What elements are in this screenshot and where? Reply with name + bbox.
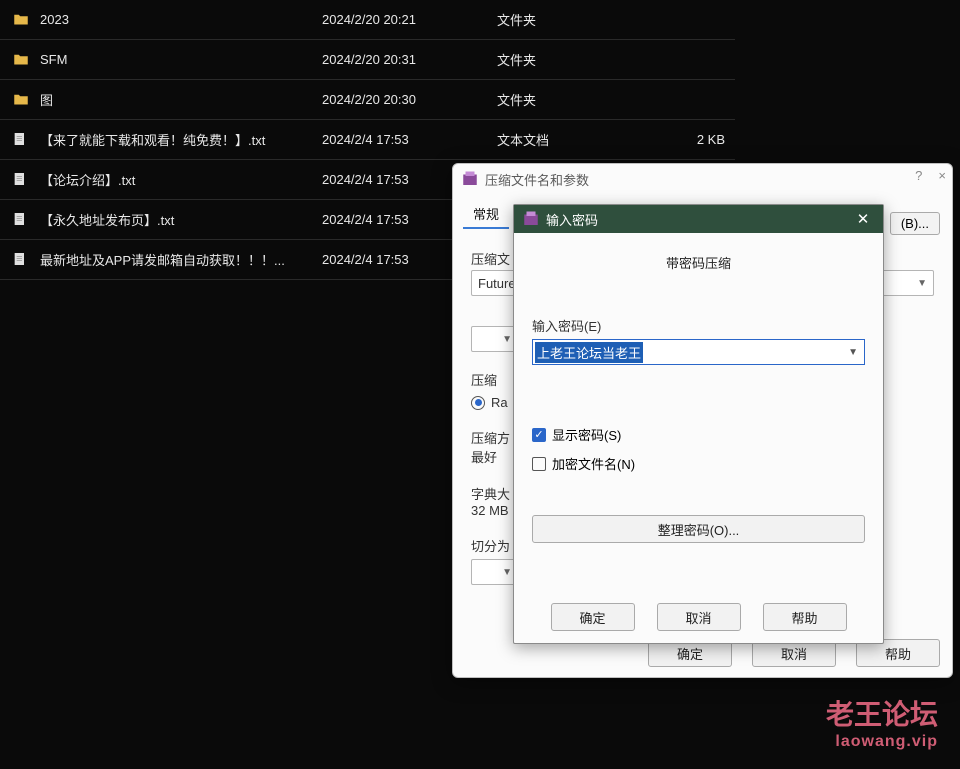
winrar-icon: [522, 210, 540, 228]
browse-button[interactable]: (B)...: [890, 212, 940, 235]
chevron-down-icon[interactable]: ▼: [848, 347, 858, 358]
file-date: 2024/2/20 20:31: [322, 52, 497, 67]
watermark-url: laowang.vip: [826, 733, 938, 751]
file-name: 最新地址及APP请发邮箱自动获取！！！...: [40, 250, 285, 269]
folder-icon: [12, 11, 30, 29]
archive-params-dialog: 压缩文件名和参数 ? × 常规 (B)... 压缩文 Future ▼ ▼ 压缩…: [452, 163, 953, 678]
winrar-icon: [461, 170, 479, 188]
file-name: SFM: [40, 52, 67, 67]
password-value: 上老王论坛当老王: [535, 342, 643, 363]
file-type: 文本文档: [497, 130, 647, 149]
checkbox-unchecked-icon: [532, 457, 546, 471]
password-label: 输入密码(E): [532, 316, 865, 335]
password-dialog: 输入密码 ✕ 带密码压缩 输入密码(E) 上老王论坛当老王 ▼ ✓ 显示密码(S…: [513, 204, 884, 644]
file-name: 【永久地址发布页】.txt: [40, 210, 174, 229]
password-input[interactable]: 上老王论坛当老王 ▼: [532, 339, 865, 365]
file-row[interactable]: 【来了就能下载和观看！纯免费！】.txt 2024/2/4 17:53 文本文档…: [0, 120, 735, 160]
file-name: 图: [40, 90, 53, 109]
text-file-icon: [12, 131, 30, 149]
chevron-down-icon: ▼: [502, 334, 512, 345]
watermark: 老王论坛 laowang.vip: [826, 693, 938, 751]
organize-passwords-button[interactable]: 整理密码(O)...: [532, 515, 865, 543]
unknown-combo[interactable]: ▼: [471, 326, 519, 352]
help-icon[interactable]: ?: [915, 168, 922, 183]
split-combo[interactable]: ▼: [471, 559, 519, 585]
encrypt-names-label: 加密文件名(N): [552, 454, 635, 473]
archive-name-value: Future: [478, 276, 516, 291]
show-password-label: 显示密码(S): [552, 425, 621, 444]
password-heading: 带密码压缩: [532, 253, 865, 272]
chevron-down-icon: ▼: [502, 567, 512, 578]
checkbox-checked-icon: ✓: [532, 428, 546, 442]
file-type: 文件夹: [497, 90, 647, 109]
close-icon[interactable]: ✕: [851, 210, 875, 228]
password-titlebar[interactable]: 输入密码 ✕: [514, 205, 883, 233]
show-password-checkbox[interactable]: ✓ 显示密码(S): [532, 425, 865, 444]
dialog-title: 压缩文件名和参数: [485, 170, 589, 189]
radio-checked-icon: [471, 396, 485, 410]
file-row[interactable]: 2023 2024/2/20 20:21 文件夹: [0, 0, 735, 40]
chevron-down-icon: ▼: [917, 278, 927, 289]
file-date: 2024/2/4 17:53: [322, 132, 497, 147]
password-button-row: 确定 取消 帮助: [514, 603, 883, 631]
file-size: 2 KB: [647, 132, 735, 147]
file-date: 2024/2/20 20:21: [322, 12, 497, 27]
file-name: 2023: [40, 12, 69, 27]
dialog-titlebar[interactable]: 压缩文件名和参数 ? ×: [453, 164, 952, 194]
format-option-label: Ra: [491, 395, 508, 410]
password-dialog-title: 输入密码: [546, 210, 598, 229]
ok-button[interactable]: 确定: [551, 603, 635, 631]
folder-icon: [12, 91, 30, 109]
help-button[interactable]: 帮助: [763, 603, 847, 631]
encrypt-names-checkbox[interactable]: 加密文件名(N): [532, 454, 865, 473]
text-file-icon: [12, 211, 30, 229]
close-icon[interactable]: ×: [938, 168, 946, 183]
watermark-text: 老王论坛: [826, 693, 938, 733]
text-file-icon: [12, 251, 30, 269]
file-row[interactable]: 图 2024/2/20 20:30 文件夹: [0, 80, 735, 120]
file-name: 【论坛介绍】.txt: [40, 170, 135, 189]
tab-general[interactable]: 常规: [463, 200, 509, 229]
folder-icon: [12, 51, 30, 69]
file-name: 【来了就能下载和观看！纯免费！】.txt: [40, 130, 265, 149]
cancel-button[interactable]: 取消: [657, 603, 741, 631]
file-row[interactable]: SFM 2024/2/20 20:31 文件夹: [0, 40, 735, 80]
file-type: 文件夹: [497, 50, 647, 69]
text-file-icon: [12, 171, 30, 189]
file-date: 2024/2/20 20:30: [322, 92, 497, 107]
file-type: 文件夹: [497, 10, 647, 29]
